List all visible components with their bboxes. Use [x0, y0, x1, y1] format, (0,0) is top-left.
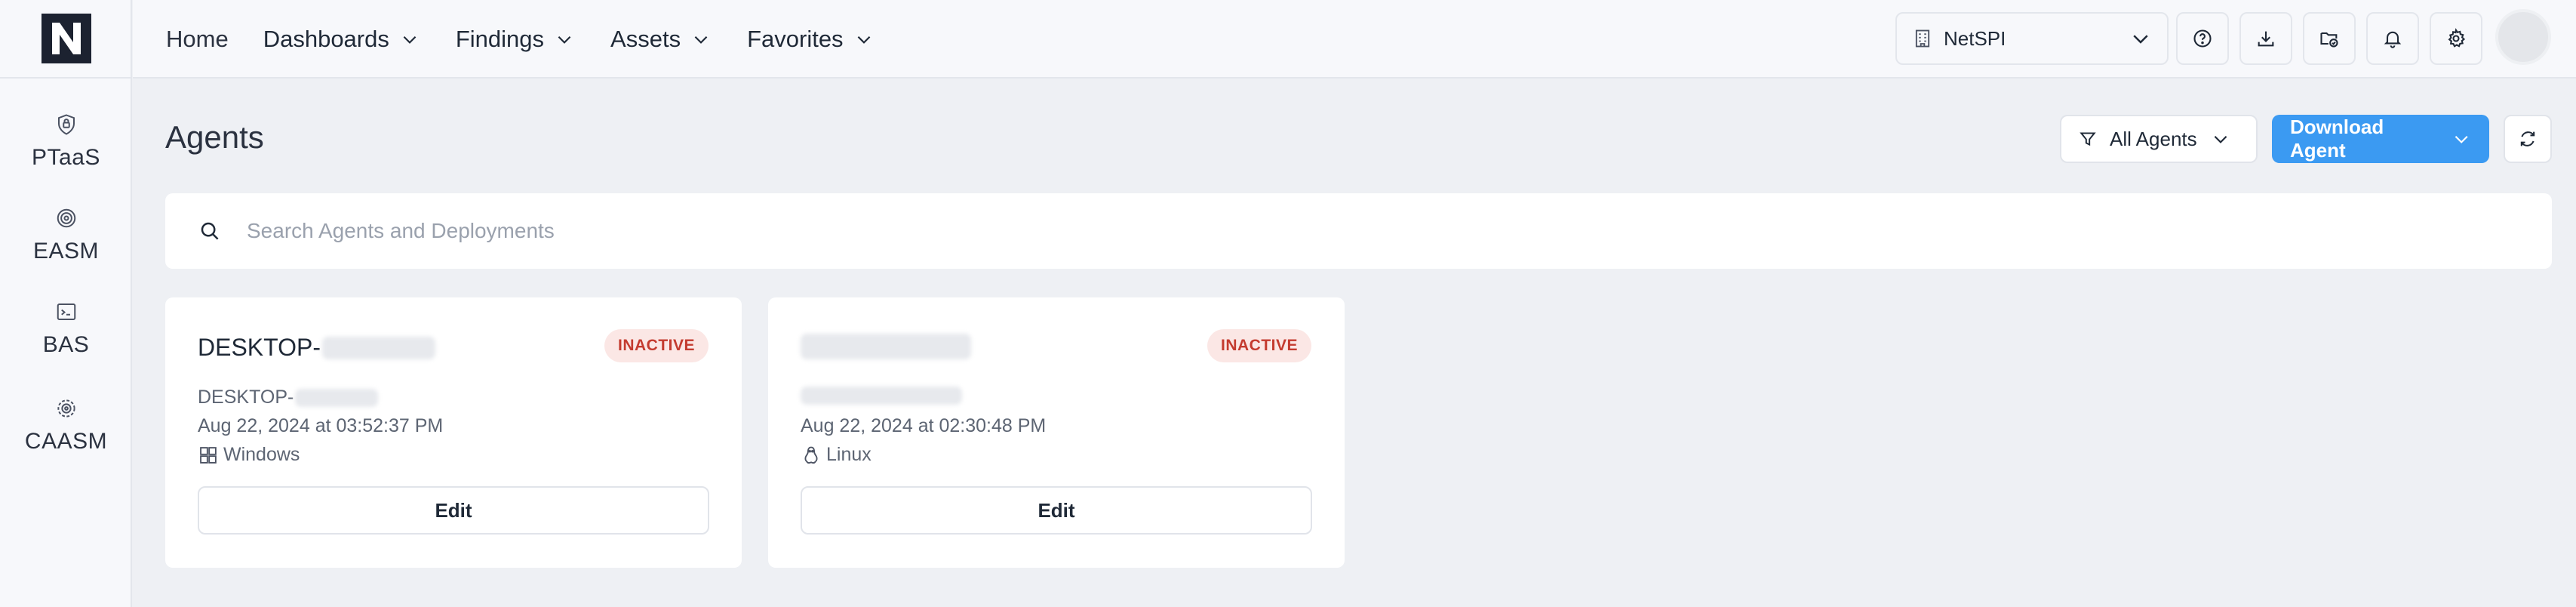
redacted-text — [801, 334, 971, 359]
sidebar-item-label: BAS — [42, 332, 90, 357]
linux-icon — [804, 446, 818, 464]
nav-assets[interactable]: Assets — [610, 26, 711, 53]
agent-host: DESKTOP- — [198, 387, 379, 408]
help-button[interactable] — [2176, 12, 2229, 65]
agent-timestamp: Aug 22, 2024 at 03:52:37 PM — [198, 415, 444, 436]
nav-findings[interactable]: Findings — [456, 26, 574, 53]
agent-name — [801, 334, 971, 359]
agent-os: Linux — [801, 444, 871, 466]
filter-icon — [2080, 132, 2096, 146]
sidebar-item-caasm[interactable]: CAASM — [0, 397, 132, 454]
redacted-text — [322, 336, 435, 359]
chevron-down-icon — [2455, 135, 2468, 143]
status-badge: INACTIVE — [604, 329, 709, 362]
settings-button[interactable] — [2430, 12, 2482, 65]
sidebar-item-easm[interactable]: EASM — [0, 207, 132, 264]
download-button[interactable] — [2239, 12, 2292, 65]
edit-agent-button[interactable]: Edit — [198, 486, 709, 535]
notifications-button[interactable] — [2366, 12, 2419, 65]
agent-card: INACTIVE Aug 22, 2024 at 02:30:48 PM Lin… — [768, 297, 1345, 568]
refresh-icon — [2520, 131, 2535, 146]
netspi-logo-icon[interactable] — [41, 14, 91, 63]
agent-host — [801, 387, 962, 405]
tenant-name: NetSPI — [1944, 26, 2006, 50]
bell-icon — [2384, 31, 2402, 48]
redacted-text — [801, 387, 962, 405]
chevron-down-icon — [857, 35, 870, 44]
building-icon — [1915, 29, 1930, 48]
target-icon — [57, 208, 75, 228]
shield-lock-icon — [57, 114, 75, 135]
folder-sync-icon — [2320, 32, 2338, 48]
agent-host-text: DESKTOP- — [198, 387, 294, 408]
agent-card: DESKTOP- INACTIVE DESKTOP- Aug 22, 2024 … — [165, 297, 742, 568]
nav-favorites[interactable]: Favorites — [747, 26, 873, 53]
gear-icon — [2448, 28, 2466, 48]
download-agent-button[interactable]: Download Agent — [2272, 115, 2489, 163]
agent-name-text: DESKTOP- — [198, 334, 321, 361]
page-title: Agents — [165, 119, 264, 155]
sidebar-item-ptaas[interactable]: PTaaS — [0, 113, 132, 171]
search-input[interactable] — [247, 219, 2510, 243]
chevron-down-icon — [2133, 35, 2148, 44]
status-badge: INACTIVE — [1207, 329, 1311, 362]
sidebar-item-label: PTaaS — [32, 145, 100, 170]
sidebar: PTaaS EASM BAS CAASM — [0, 0, 132, 607]
chevron-down-icon — [558, 35, 571, 44]
chevron-down-icon — [694, 35, 708, 44]
windows-icon — [200, 446, 217, 464]
nav-home-label: Home — [166, 26, 229, 52]
avatar[interactable] — [2495, 9, 2551, 65]
nav-home[interactable]: Home — [166, 26, 229, 53]
help-icon — [2193, 29, 2212, 48]
edit-agent-button[interactable]: Edit — [801, 486, 1312, 535]
gear-network-icon — [57, 399, 75, 418]
sidebar-item-bas[interactable]: BAS — [0, 300, 132, 358]
agent-filter-dropdown[interactable]: All Agents — [2060, 115, 2258, 163]
chevron-down-icon — [403, 35, 417, 44]
chevron-down-icon — [2214, 135, 2227, 143]
folder-sync-button[interactable] — [2303, 12, 2356, 65]
refresh-button[interactable] — [2504, 115, 2552, 163]
nav-dashboards[interactable]: Dashboards — [263, 26, 420, 53]
agent-name: DESKTOP- — [198, 334, 435, 362]
agent-filter-label: All Agents — [2110, 127, 2197, 150]
nav-dashboards-label: Dashboards — [263, 26, 389, 52]
tenant-selector[interactable]: NetSPI — [1895, 12, 2169, 65]
agent-os-label: Linux — [826, 444, 871, 465]
main-nav: Home Dashboards Findings Assets Favorite… — [166, 0, 910, 79]
redacted-text — [295, 388, 379, 407]
top-navigation-bar: Home Dashboards Findings Assets Favorite… — [133, 0, 2576, 79]
download-agent-label: Download Agent — [2290, 116, 2384, 162]
search-bar — [165, 193, 2552, 269]
agent-timestamp: Aug 22, 2024 at 02:30:48 PM — [801, 415, 1047, 436]
sidebar-item-label: EASM — [32, 239, 100, 263]
search-icon — [201, 222, 219, 240]
agent-os-label: Windows — [223, 444, 300, 465]
nav-findings-label: Findings — [455, 26, 545, 52]
sidebar-item-label: CAASM — [24, 429, 108, 454]
logo-container — [0, 0, 132, 79]
agent-os: Windows — [198, 444, 300, 466]
download-icon — [2258, 31, 2274, 47]
nav-assets-label: Assets — [610, 26, 681, 52]
terminal-window-icon — [57, 304, 75, 320]
nav-favorites-label: Favorites — [747, 26, 844, 52]
